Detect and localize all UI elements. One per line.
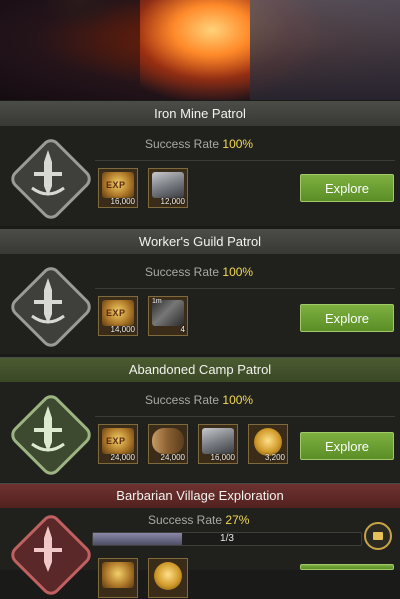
success-rate-text: Success Rate 27% — [148, 513, 250, 527]
patrol-card-abandoned-camp: Success Rate 100% EXP 24,000 24,000 16,0… — [0, 382, 400, 482]
patrol-emblem-icon — [7, 263, 95, 351]
gold-icon — [254, 428, 282, 456]
patrol-title-workers-guild: Worker's Guild Patrol — [0, 229, 400, 255]
success-rate-text: Success Rate 100% — [145, 393, 254, 407]
explore-button[interactable]: Explore — [300, 174, 394, 202]
reward-iron[interactable]: 16,000 — [198, 424, 238, 464]
reward-iron[interactable]: 12,000 — [148, 168, 188, 208]
reward-exp[interactable] — [98, 558, 138, 598]
patrol-emblem-icon — [7, 511, 95, 599]
chest-icon[interactable] — [364, 522, 392, 550]
patrol-card-workers-guild: Success Rate 100% EXP 14,000 1m 4 Explor… — [0, 254, 400, 354]
reward-exp[interactable]: EXP 14,000 — [98, 296, 138, 336]
patrol-title-abandoned-camp: Abandoned Camp Patrol — [0, 357, 400, 383]
iron-icon — [202, 428, 234, 454]
exp-icon — [102, 562, 134, 588]
explore-button[interactable] — [300, 564, 394, 570]
patrol-emblem-icon — [7, 135, 95, 223]
exp-icon: EXP — [102, 428, 134, 454]
exploration-progress-bar: 1/3 — [92, 532, 362, 546]
success-rate-text: Success Rate 100% — [145, 137, 254, 151]
explore-button[interactable]: Explore — [300, 432, 394, 460]
patrol-title-barbarian-village: Barbarian Village Exploration — [0, 483, 400, 509]
reward-exp[interactable]: EXP 16,000 — [98, 168, 138, 208]
reward-wood[interactable]: 24,000 — [148, 424, 188, 464]
reward-gold[interactable]: 3,200 — [248, 424, 288, 464]
success-rate-text: Success Rate 100% — [145, 265, 254, 279]
battle-banner-image — [0, 0, 400, 100]
banner-rider — [40, 0, 120, 30]
patrol-emblem-icon — [7, 391, 95, 479]
gold-icon — [154, 562, 182, 590]
explore-button[interactable]: Explore — [300, 304, 394, 332]
progress-text: 1/3 — [220, 533, 234, 544]
patrol-card-iron-mine: Success Rate 100% EXP 16,000 12,000 Expl… — [0, 126, 400, 226]
iron-icon — [152, 172, 184, 198]
patrol-title-iron-mine: Iron Mine Patrol — [0, 101, 400, 127]
exp-icon: EXP — [102, 172, 134, 198]
wood-icon — [152, 428, 184, 454]
reward-speedup[interactable]: 1m 4 — [148, 296, 188, 336]
exp-icon: EXP — [102, 300, 134, 326]
reward-gold[interactable] — [148, 558, 188, 598]
banner-castle — [250, 0, 400, 100]
reward-exp[interactable]: EXP 24,000 — [98, 424, 138, 464]
